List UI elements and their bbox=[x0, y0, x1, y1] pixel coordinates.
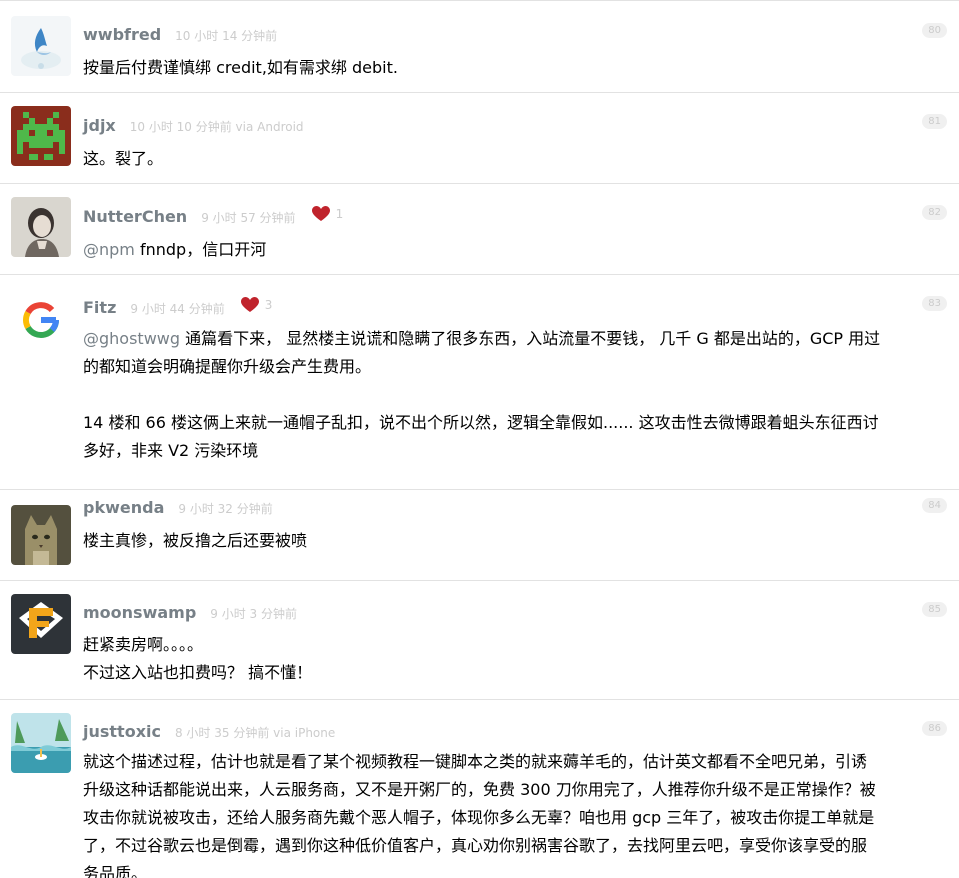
avatar[interactable] bbox=[11, 106, 71, 166]
reply-item: pkwenda 9 小时 32 分钟前 84 楼主真惨，被反撸之后还要被喷 bbox=[0, 490, 959, 581]
avatar[interactable] bbox=[11, 505, 71, 565]
reply-item: Fitz 9 小时 44 分钟前 3 83 @ghostwwg 通篇看下来， 显… bbox=[0, 275, 959, 490]
floor-number: 81 bbox=[922, 114, 947, 129]
reply-time: 10 小时 14 分钟前 bbox=[175, 29, 278, 43]
bird-avatar-icon bbox=[11, 16, 71, 76]
content-line: 了，不过谷歌云也是倒霉，遇到你这种低价值客户，真心劝你别祸害谷歌了，去找阿里云吧… bbox=[83, 836, 868, 855]
google-logo-avatar-icon bbox=[11, 290, 71, 350]
heart-icon bbox=[240, 297, 259, 312]
content-line: 楼主真惨，被反撸之后还要被喷 bbox=[83, 531, 308, 550]
reply-time: 8 小时 35 分钟前 via iPhone bbox=[174, 726, 336, 740]
avatar[interactable] bbox=[11, 197, 71, 257]
floor-number: 82 bbox=[922, 205, 947, 220]
reply-meta: Fitz 9 小时 44 分钟前 3 bbox=[83, 297, 272, 317]
reply-meta: jdjx 10 小时 10 分钟前 via Android bbox=[83, 116, 304, 135]
reply-meta: justtoxic 8 小时 35 分钟前 via iPhone bbox=[83, 722, 335, 741]
thanks-number: 3 bbox=[264, 298, 273, 312]
thanks-number: 1 bbox=[335, 207, 344, 221]
logo-avatar-icon bbox=[11, 594, 71, 654]
reply-item: justtoxic 8 小时 35 分钟前 via iPhone 86 就这个描… bbox=[0, 700, 959, 878]
reply-time: 10 小时 10 分钟前 via Android bbox=[129, 120, 304, 134]
reply-meta: wwbfred 10 小时 14 分钟前 bbox=[83, 25, 277, 44]
floor-number: 83 bbox=[922, 296, 947, 311]
reply-content: 楼主真惨，被反撸之后还要被喷 bbox=[83, 527, 945, 555]
content-line: 就这个描述过程，估计也就是看了某个视频教程一键脚本之类的就来薅羊毛的，估计英文都… bbox=[83, 752, 868, 771]
content-line: 这。裂了。 bbox=[83, 149, 164, 168]
reply-meta: moonswamp 9 小时 3 分钟前 bbox=[83, 603, 297, 622]
mention-link[interactable]: @ghostwwg bbox=[83, 329, 180, 348]
username-link[interactable]: jdjx bbox=[83, 116, 116, 135]
avatar[interactable] bbox=[11, 594, 71, 654]
reply-content: 就这个描述过程，估计也就是看了某个视频教程一键脚本之类的就来薅羊毛的，估计英文都… bbox=[83, 748, 945, 878]
content-line: 务品质。 bbox=[83, 864, 148, 878]
content-line: 多好，非来 V2 污染环境 bbox=[83, 441, 259, 460]
reply-list: wwbfred 10 小时 14 分钟前 80 按量后付费谨慎绑 credit,… bbox=[0, 0, 959, 878]
floor-number: 80 bbox=[922, 23, 947, 38]
reply-time: 9 小时 32 分钟前 bbox=[178, 502, 273, 516]
illustration-avatar-icon bbox=[11, 713, 71, 773]
content-line: @npm fnndp，信口开河 bbox=[83, 240, 267, 259]
reply-item: NutterChen 9 小时 57 分钟前 1 82 @npm fnndp，信… bbox=[0, 184, 959, 275]
pixel-invader-avatar-icon bbox=[11, 106, 71, 166]
reply-content: @ghostwwg 通篇看下来， 显然楼主说谎和隐瞒了很多东西，入站流量不要钱，… bbox=[83, 325, 945, 465]
reply-time: 9 小时 57 分钟前 bbox=[201, 211, 296, 225]
username-link[interactable]: moonswamp bbox=[83, 603, 196, 622]
cat-avatar-icon bbox=[11, 505, 71, 565]
reply-time: 9 小时 3 分钟前 bbox=[210, 607, 297, 621]
content-line: 的都知道会明确提醒你升级会产生费用。 bbox=[83, 357, 372, 376]
avatar[interactable] bbox=[11, 713, 71, 773]
username-link[interactable]: pkwenda bbox=[83, 498, 164, 517]
username-link[interactable]: wwbfred bbox=[83, 25, 161, 44]
reply-content: @npm fnndp，信口开河 bbox=[83, 236, 945, 264]
reply-meta: NutterChen 9 小时 57 分钟前 1 bbox=[83, 206, 343, 226]
portrait-avatar-icon bbox=[11, 197, 71, 257]
avatar[interactable] bbox=[11, 290, 71, 350]
reply-content: 这。裂了。 bbox=[83, 145, 945, 173]
username-link[interactable]: justtoxic bbox=[83, 722, 161, 741]
content-line: 升级这种话都能说出来，人云服务商，又不是开粥厂的，免费 300 刀你用完了，人推… bbox=[83, 780, 876, 799]
reply-content: 赶紧卖房啊。。。。 不过这入站也扣费吗？ 搞不懂！ bbox=[83, 631, 945, 687]
content-line: 赶紧卖房啊。。。。 bbox=[83, 635, 204, 654]
content-line: 攻击你就说被攻击，还给人服务商先戴个恶人帽子，体现你多么无辜？咱也用 gcp 三… bbox=[83, 808, 875, 827]
content-line: 不过这入站也扣费吗？ 搞不懂！ bbox=[83, 663, 313, 682]
reply-time: 9 小时 44 分钟前 bbox=[130, 302, 225, 316]
content-line: @ghostwwg 通篇看下来， 显然楼主说谎和隐瞒了很多东西，入站流量不要钱，… bbox=[83, 329, 881, 348]
reply-item: wwbfred 10 小时 14 分钟前 80 按量后付费谨慎绑 credit,… bbox=[0, 1, 959, 93]
reply-item: moonswamp 9 小时 3 分钟前 85 赶紧卖房啊。。。。 不过这入站也… bbox=[0, 581, 959, 700]
mention-link[interactable]: @npm bbox=[83, 240, 135, 259]
content-line bbox=[83, 381, 945, 409]
username-link[interactable]: NutterChen bbox=[83, 207, 187, 226]
thanks-count: 1 bbox=[311, 206, 344, 222]
floor-number: 84 bbox=[922, 498, 947, 513]
reply-content: 按量后付费谨慎绑 credit,如有需求绑 debit. bbox=[83, 54, 945, 82]
heart-icon bbox=[311, 206, 330, 221]
reply-item: jdjx 10 小时 10 分钟前 via Android 81 这。裂了。 bbox=[0, 93, 959, 184]
floor-number: 86 bbox=[922, 721, 947, 736]
avatar[interactable] bbox=[11, 16, 71, 76]
content-line: 按量后付费谨慎绑 credit,如有需求绑 debit. bbox=[83, 58, 398, 77]
floor-number: 85 bbox=[922, 602, 947, 617]
thanks-count: 3 bbox=[240, 297, 273, 313]
reply-meta: pkwenda 9 小时 32 分钟前 bbox=[83, 498, 273, 517]
content-line: 14 楼和 66 楼这俩上来就一通帽子乱扣，说不出个所以然，逻辑全靠假如....… bbox=[83, 413, 879, 432]
username-link[interactable]: Fitz bbox=[83, 298, 116, 317]
